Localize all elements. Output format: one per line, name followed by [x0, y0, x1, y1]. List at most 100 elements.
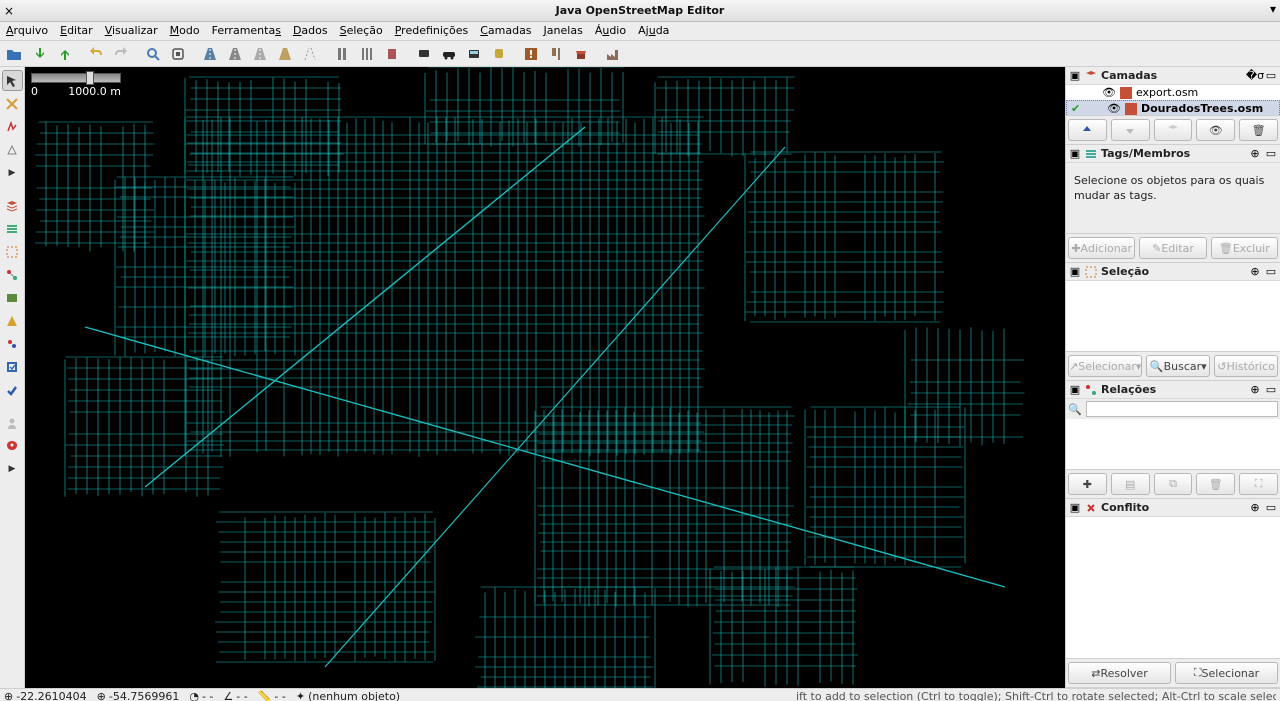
menu-camadas[interactable]: Camadas: [480, 24, 531, 38]
compass-icon: ◔: [189, 690, 199, 701]
upload-button[interactable]: [52, 43, 76, 65]
pin-icon[interactable]: ⊕: [1249, 266, 1261, 278]
add-tag-button[interactable]: ✚ Adicionar: [1068, 237, 1135, 259]
selection-toggle[interactable]: [2, 241, 23, 262]
expand-panels[interactable]: ▶: [2, 458, 23, 479]
preferences-button[interactable]: [166, 43, 190, 65]
select-tool[interactable]: [2, 70, 23, 91]
relations-filter-input[interactable]: [1086, 401, 1278, 417]
preset-barrier-gate[interactable]: [380, 43, 404, 65]
menu-selecao[interactable]: Seleção: [340, 24, 383, 38]
map-canvas[interactable]: 01000.0 m // generate a plausible cyan s…: [25, 67, 1065, 688]
changeset-toggle[interactable]: [2, 356, 23, 377]
notes-toggle[interactable]: [2, 435, 23, 456]
select-conflict-button[interactable]: ⛶ Selecionar: [1175, 662, 1278, 684]
layer-up-button[interactable]: [1068, 119, 1107, 141]
pin-icon[interactable]: ⊕: [1249, 384, 1261, 396]
minimap-toggle[interactable]: [2, 287, 23, 308]
relations-icon: [1085, 384, 1097, 396]
filter-toggle[interactable]: [2, 333, 23, 354]
author-toggle[interactable]: [2, 412, 23, 433]
validate-toggle[interactable]: [2, 379, 23, 400]
delete-tag-button[interactable]: 🗑 Excluir: [1211, 237, 1278, 259]
preset-warning[interactable]: !: [519, 43, 543, 65]
layer-row-active[interactable]: ✔ 👁 DouradosTrees.osm: [1066, 100, 1280, 115]
preset-transport[interactable]: [412, 43, 436, 65]
preset-barrier-fence[interactable]: [355, 43, 379, 65]
close-panel-icon[interactable]: ▭: [1265, 384, 1277, 396]
layer-delete-button[interactable]: 🗑: [1239, 119, 1278, 141]
eye-icon[interactable]: 👁: [1102, 86, 1116, 99]
conflict-toggle[interactable]: [2, 310, 23, 331]
menu-ferramentas[interactable]: Ferramentas: [212, 24, 281, 38]
close-window-icon[interactable]: ×: [4, 4, 14, 18]
close-panel-icon[interactable]: ▭: [1265, 502, 1277, 514]
collapse-icon[interactable]: ▣: [1069, 266, 1081, 278]
search-button[interactable]: [141, 43, 165, 65]
preset-road-motorway[interactable]: [198, 43, 222, 65]
preset-road-primary[interactable]: [223, 43, 247, 65]
menu-ajuda[interactable]: Ajuda: [638, 24, 669, 38]
eye-icon[interactable]: 👁: [1107, 102, 1121, 115]
close-panel-icon[interactable]: ▭: [1265, 148, 1277, 160]
menu-bar: Arquivo Editar Visualizar Modo Ferrament…: [0, 22, 1280, 41]
preset-road-track[interactable]: [273, 43, 297, 65]
lasso-tool[interactable]: [2, 93, 23, 114]
collapse-icon[interactable]: ▣: [1069, 70, 1081, 82]
menu-audio[interactable]: Áudio: [595, 24, 626, 38]
preset-car[interactable]: [437, 43, 461, 65]
panel-tags: ▣ Tags/Membros ⊕ ▭ Selecione os objetos …: [1066, 145, 1280, 263]
undo-button[interactable]: [84, 43, 108, 65]
layer-visible-button[interactable]: 👁: [1196, 119, 1235, 141]
close-panel-icon[interactable]: ▭: [1265, 266, 1277, 278]
menu-editar[interactable]: Editar: [60, 24, 93, 38]
open-file-button[interactable]: [2, 43, 26, 65]
collapse-icon[interactable]: ▣: [1069, 502, 1081, 514]
relation-select-button[interactable]: ⛶: [1239, 473, 1278, 495]
preset-road-secondary[interactable]: [248, 43, 272, 65]
select-button[interactable]: ↗ Selecionar ▾: [1068, 355, 1142, 377]
download-button[interactable]: [27, 43, 51, 65]
maximize-window-icon[interactable]: ▾: [1270, 2, 1276, 16]
preset-shop[interactable]: [569, 43, 593, 65]
edit-tag-button[interactable]: ✎ Editar: [1139, 237, 1206, 259]
ruler-icon: 📏: [258, 690, 272, 701]
status-lat: -22.2610404: [16, 690, 86, 701]
search-button[interactable]: 🔍 Buscar ▾: [1146, 355, 1210, 377]
preset-industrial[interactable]: [601, 43, 625, 65]
close-panel-icon[interactable]: ▭: [1265, 70, 1277, 82]
extrude-tool[interactable]: [2, 139, 23, 160]
preset-road-path[interactable]: [298, 43, 322, 65]
menu-modo[interactable]: Modo: [170, 24, 200, 38]
preset-train[interactable]: [487, 43, 511, 65]
draw-tool[interactable]: [2, 116, 23, 137]
layer-toggle-button[interactable]: [1154, 119, 1193, 141]
menu-predefinicoes[interactable]: Predefinições: [395, 24, 468, 38]
layer-row[interactable]: 👁 export.osm: [1066, 85, 1280, 100]
menu-visualizar[interactable]: Visualizar: [105, 24, 158, 38]
pin-icon[interactable]: �σ: [1249, 70, 1261, 82]
preset-bus[interactable]: [462, 43, 486, 65]
menu-arquivo[interactable]: Arquivo: [6, 24, 48, 38]
collapse-icon[interactable]: ▣: [1069, 384, 1081, 396]
relation-dup-button[interactable]: ⧉: [1154, 473, 1193, 495]
preset-food[interactable]: [544, 43, 568, 65]
pin-icon[interactable]: ⊕: [1249, 148, 1261, 160]
resolve-button[interactable]: ⇄ Resolver: [1068, 662, 1171, 684]
relation-edit-button[interactable]: ▤: [1111, 473, 1150, 495]
layer-down-button[interactable]: [1111, 119, 1150, 141]
history-button[interactable]: ↺ Histórico: [1214, 355, 1278, 377]
collapse-icon[interactable]: ▣: [1069, 148, 1081, 160]
menu-dados[interactable]: Dados: [293, 24, 328, 38]
pin-icon[interactable]: ⊕: [1249, 502, 1261, 514]
relation-delete-button[interactable]: 🗑: [1196, 473, 1235, 495]
preset-barrier-wall[interactable]: [330, 43, 354, 65]
redo-button[interactable]: [109, 43, 133, 65]
expand-tools[interactable]: ▶: [2, 162, 23, 183]
tags-icon: [1085, 148, 1097, 160]
menu-janelas[interactable]: Janelas: [544, 24, 583, 38]
relations-toggle[interactable]: [2, 264, 23, 285]
layers-toggle[interactable]: [2, 195, 23, 216]
relation-new-button[interactable]: ✚: [1068, 473, 1107, 495]
tags-toggle[interactable]: [2, 218, 23, 239]
